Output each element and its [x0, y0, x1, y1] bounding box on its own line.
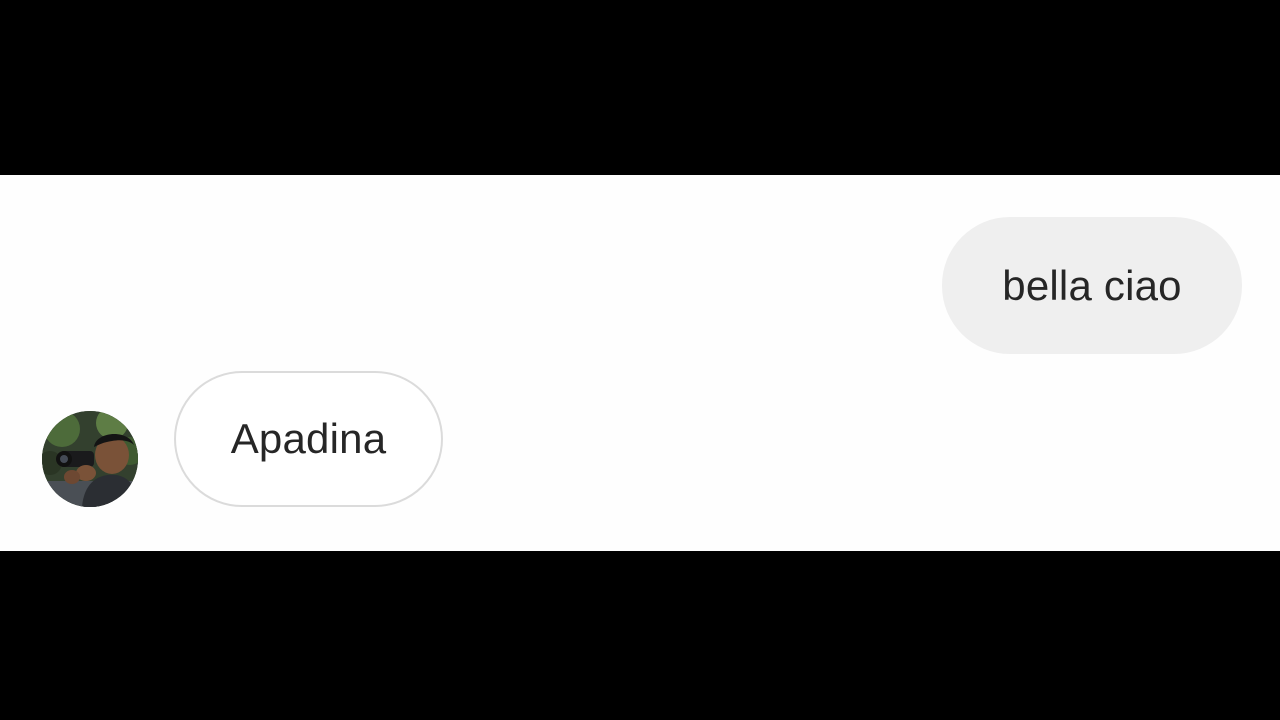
outgoing-message-text: bella ciao [1002, 261, 1182, 309]
chat-thread: bella ciao Apadina [0, 175, 1280, 551]
outgoing-message-bubble[interactable]: bella ciao [942, 217, 1242, 354]
person-with-camera-avatar[interactable] [42, 411, 138, 507]
incoming-message-bubble[interactable]: Apadina [174, 371, 443, 507]
letterbox-bottom [0, 551, 1280, 720]
incoming-message-text: Apadina [230, 415, 387, 462]
letterbox-top [0, 0, 1280, 175]
video-frame: bella ciao Apadina [0, 0, 1280, 720]
avatar-photo [42, 411, 138, 507]
